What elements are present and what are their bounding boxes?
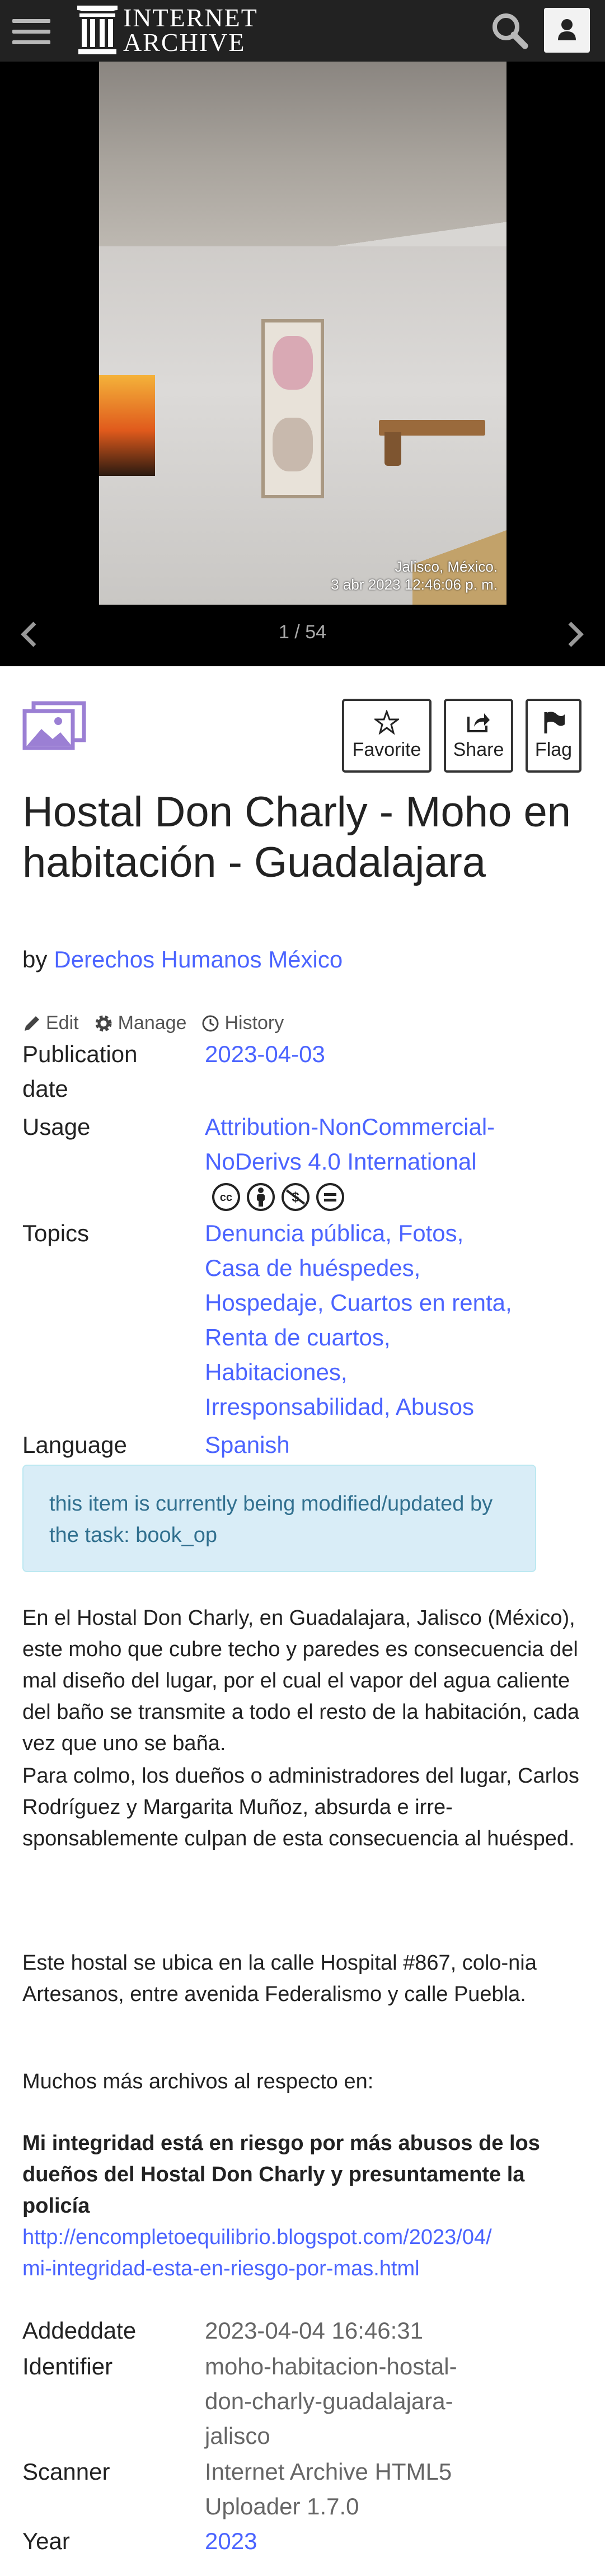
cc-license-icons: cc $	[212, 1182, 350, 1212]
item-photo[interactable]: Jalisco, México. 3 abr 2023 12:46:06 p. …	[99, 62, 506, 605]
topic-link[interactable]: Denuncia pública	[205, 1220, 385, 1246]
star-icon	[374, 710, 399, 735]
year-value[interactable]: 2023	[205, 2524, 518, 2559]
topic-link[interactable]: Cuartos en renta	[330, 1289, 505, 1316]
flag-label: Flag	[534, 739, 573, 760]
stamp-location: Jalisco, México.	[395, 558, 498, 575]
favorite-button[interactable]: Favorite	[342, 699, 432, 773]
byline: by Derechos Humanos México	[22, 946, 343, 973]
topics-label: Topics	[22, 1220, 90, 1246]
description-paragraph-4: Muchos más archivos al respecto en:	[22, 2070, 374, 2093]
share-button[interactable]: Share	[444, 699, 513, 773]
language-value[interactable]: Spanish	[205, 1428, 518, 1462]
image-mediatype-icon	[22, 701, 86, 750]
stamp-datetime: 3 abr 2023 12:46:06 p. m.	[331, 576, 498, 593]
identifier-line-2: don-charly-guadalajara-	[205, 2388, 453, 2414]
frame-picture-bottom	[273, 418, 313, 471]
addeddate-value: 2023-04-04 16:46:31	[205, 2317, 423, 2344]
flag-icon	[544, 712, 565, 733]
scanner-label: Scanner	[22, 2458, 110, 2485]
blog-link[interactable]: http://encompletoequilibrio.blogspot.com…	[22, 2222, 582, 2284]
addeddate-label: Addeddate	[22, 2317, 137, 2344]
search-icon[interactable]	[488, 10, 533, 50]
edit-label: Edit	[46, 1012, 79, 1034]
edit-link[interactable]: Edit	[22, 1012, 79, 1034]
attribution-icon	[247, 1183, 275, 1211]
clock-icon	[202, 1015, 219, 1031]
pencil-icon	[25, 1016, 39, 1031]
identifier-line-3: jalisco	[205, 2423, 270, 2449]
archive-building-icon	[77, 6, 118, 54]
noderivs-icon	[316, 1183, 344, 1211]
topic-link[interactable]: Habitaciones	[205, 1359, 341, 1385]
identifier-line-1: moho-habitacion-hostal-	[205, 2353, 457, 2379]
share-label: Share	[453, 739, 504, 760]
topic-link[interactable]: Abusos	[396, 1394, 474, 1420]
usage-line-2: NoDerivs 4.0 International	[205, 1148, 477, 1175]
page-counter: 1 / 54	[278, 621, 327, 643]
scanner-line-2: Uploader 1.7.0	[205, 2493, 359, 2519]
identifier-value: moho-habitacion-hostal- don-charly-guada…	[205, 2349, 518, 2453]
publication-date-value[interactable]: 2023-04-03	[205, 1037, 518, 1072]
description-bold-block: Mi integridad está en riesgo por más abu…	[22, 2128, 582, 2284]
task-notice: this item is currently being modified/up…	[22, 1465, 536, 1572]
logo-line-1: INTERNET	[123, 3, 258, 32]
scanner-value: Internet Archive HTML5 Uploader 1.7.0	[205, 2455, 518, 2524]
description-paragraph-2: Para colmo, los dueños o administradores…	[22, 1764, 579, 1850]
photo-poster	[99, 375, 155, 476]
chevron-left-icon[interactable]	[18, 619, 40, 650]
user-icon[interactable]	[544, 8, 590, 53]
photo-shelf-bracket	[384, 432, 401, 466]
history-label: History	[224, 1012, 284, 1034]
topic-link[interactable]: Hospedaje	[205, 1289, 317, 1316]
topic-link[interactable]: Casa de huéspedes	[205, 1255, 414, 1281]
topics-list: Denuncia pública, Fotos, Casa de huésped…	[205, 1220, 512, 1420]
gear-icon	[95, 1015, 112, 1031]
photo-picture-frame	[261, 319, 324, 498]
manage-link[interactable]: Manage	[93, 1012, 187, 1034]
by-label: by	[22, 946, 48, 973]
image-viewer: Jalisco, México. 3 abr 2023 12:46:06 p. …	[0, 62, 605, 666]
photo-timestamp: Jalisco, México. 3 abr 2023 12:46:06 p. …	[331, 558, 498, 593]
share-icon	[467, 713, 490, 732]
hamburger-icon[interactable]	[12, 19, 50, 45]
blog-link-line-2: mi-integridad-esta-en-riesgo-por-mas.htm…	[22, 2257, 420, 2280]
item-tools: Edit Manage History	[22, 1012, 298, 1034]
logo-text: INTERNET ARCHIVE	[123, 3, 258, 57]
scanner-line-1: Internet Archive HTML5	[205, 2458, 452, 2485]
description-paragraph-3: Este hostal se ubica en la calle Hospita…	[22, 1951, 537, 2006]
favorite-label: Favorite	[352, 739, 421, 760]
blog-link-line-1: http://encompletoequilibrio.blogspot.com…	[22, 2226, 492, 2249]
item-title: Hostal Don Charly - Moho en habitación -…	[22, 788, 571, 886]
topic-link[interactable]: Irresponsabilidad	[205, 1394, 384, 1420]
publication-label-line-2: date	[22, 1076, 68, 1102]
logo-line-2: ARCHIVE	[123, 28, 246, 57]
topic-link[interactable]: Renta de cuartos	[205, 1324, 384, 1350]
year-label: Year	[22, 2528, 70, 2554]
cc-icon: cc	[212, 1183, 240, 1211]
flag-button[interactable]: Flag	[526, 699, 581, 773]
usage-line-1: Attribution-NonCommercial-	[205, 1114, 495, 1140]
internet-archive-logo[interactable]: INTERNET ARCHIVE	[76, 3, 278, 57]
noncommercial-icon: $	[282, 1183, 309, 1211]
publication-date-label: Publication date	[22, 1037, 137, 1106]
description-bold-title: Mi integridad está en riesgo por más abu…	[22, 2131, 540, 2218]
language-label: Language	[22, 1432, 127, 1458]
usage-license-link[interactable]: Attribution-NonCommercial- NoDerivs 4.0 …	[205, 1110, 518, 1179]
chevron-right-icon[interactable]	[564, 619, 587, 650]
topic-link[interactable]: Fotos	[398, 1220, 457, 1246]
usage-label: Usage	[22, 1114, 91, 1140]
history-link[interactable]: History	[201, 1012, 284, 1034]
creator-link[interactable]: Derechos Humanos México	[54, 946, 343, 973]
description-paragraph-1: En el Hostal Don Charly, en Guadalajara,…	[22, 1606, 579, 1755]
identifier-label: Identifier	[22, 2353, 113, 2379]
top-nav: INTERNET ARCHIVE	[0, 0, 605, 62]
frame-picture-top	[273, 336, 313, 390]
publication-label-line-1: Publication	[22, 1041, 138, 1067]
svg-text:cc: cc	[220, 1191, 232, 1204]
manage-label: Manage	[118, 1012, 187, 1034]
